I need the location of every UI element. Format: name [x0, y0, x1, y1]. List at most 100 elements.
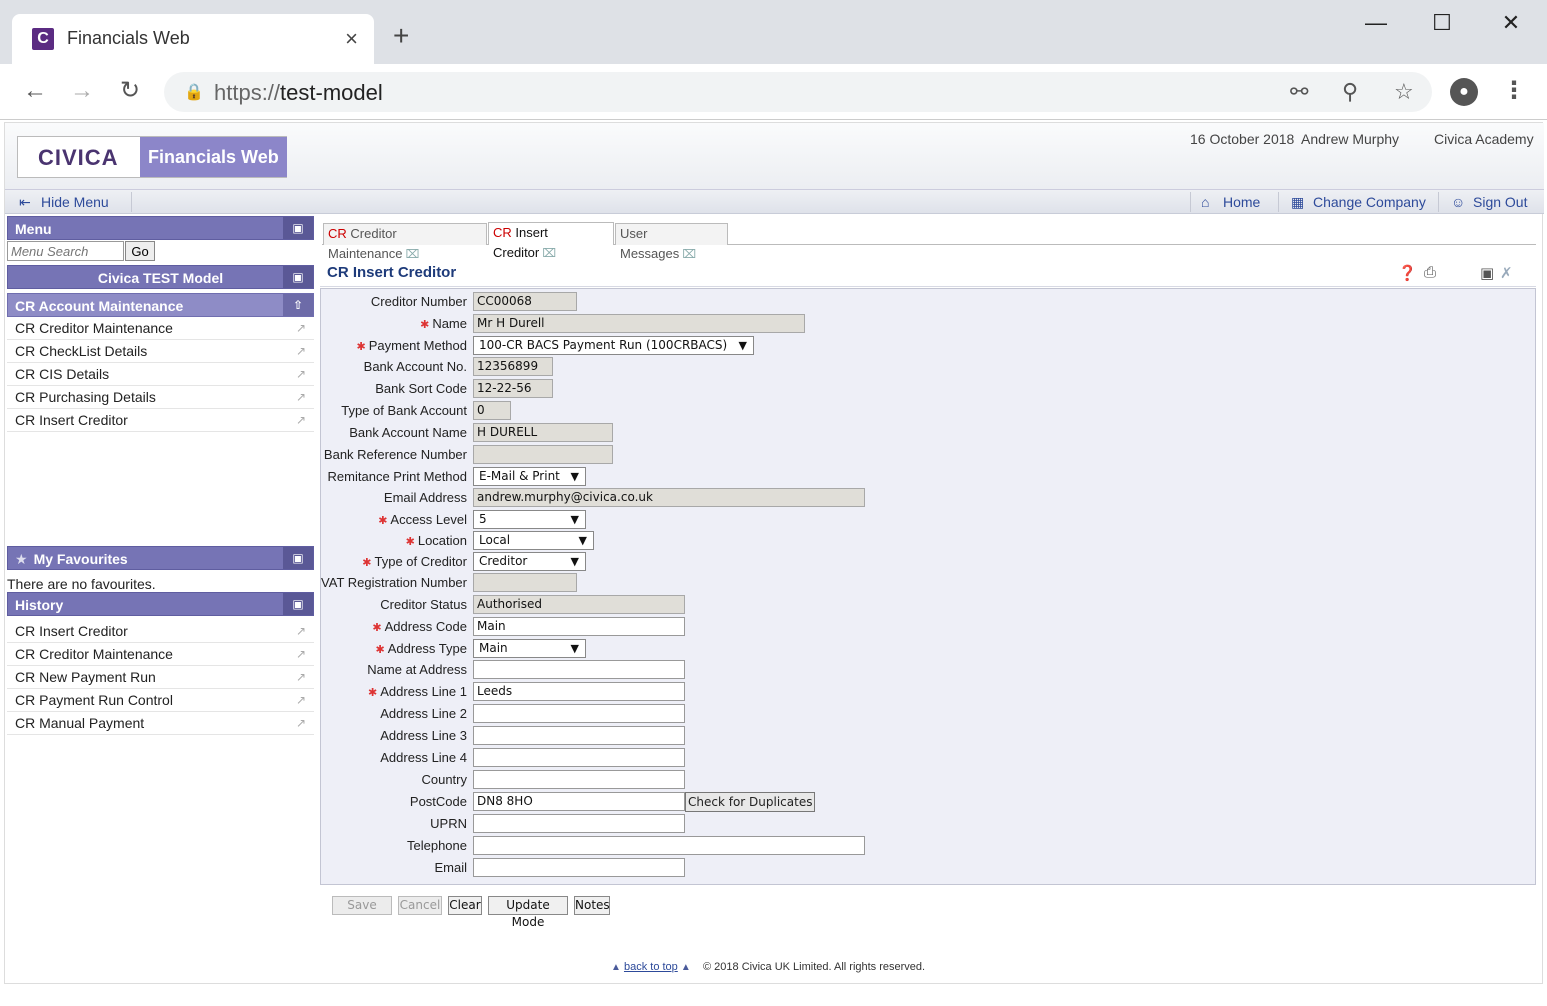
menu-item[interactable]: CR Insert Creditor ↗ — [7, 409, 314, 432]
tab-close-icon[interactable]: ⌧ — [542, 246, 556, 260]
menu-item[interactable]: CR CIS Details ↗ — [7, 363, 314, 386]
payment-method-select[interactable]: 100-CR BACS Payment Run (100CRBACS) ▼ — [473, 336, 754, 355]
key-icon[interactable]: ⚯ — [1290, 79, 1308, 105]
access-level-select[interactable]: 5 ▼ — [473, 510, 586, 529]
clear-button[interactable]: Clear — [448, 896, 482, 915]
history-item[interactable]: CR Payment Run Control ↗ — [7, 689, 314, 712]
menu-icon[interactable]: ⋮ — [1502, 76, 1526, 105]
address-line-1-input[interactable]: Leeds — [473, 682, 685, 701]
required-marker-icon: ✱ — [378, 515, 388, 527]
group-up-icon[interactable]: ⇧ — [283, 294, 313, 316]
tab-close-icon[interactable]: × — [345, 26, 358, 52]
panel-toggle-icon[interactable]: ▣ — [283, 593, 313, 615]
vat-registration-number-field[interactable] — [473, 573, 577, 592]
open-external-icon[interactable]: ↗ — [296, 620, 306, 642]
minimize-icon[interactable]: — — [1356, 10, 1396, 36]
save-button[interactable]: Save — [332, 896, 392, 915]
home-link[interactable]: ⌂ Home — [1201, 194, 1260, 210]
app-page: CIVICA Financials Web 16 October 2018 An… — [4, 122, 1544, 984]
menu-item[interactable]: CR Purchasing Details ↗ — [7, 386, 314, 409]
address-line-2-input[interactable] — [473, 704, 685, 723]
new-tab-button[interactable]: + — [393, 22, 409, 50]
zoom-out-icon[interactable]: ⚲ — [1342, 79, 1358, 105]
window-restore-icon[interactable]: ▣ — [1480, 264, 1494, 282]
open-external-icon[interactable]: ↗ — [296, 363, 306, 385]
menu-item[interactable]: CR CheckList Details ↗ — [7, 340, 314, 363]
history-item[interactable]: CR Manual Payment ↗ — [7, 712, 314, 735]
open-external-icon[interactable]: ↗ — [296, 712, 306, 734]
browser-tab[interactable]: C Financials Web × — [12, 14, 374, 64]
menu-search-go-button[interactable]: Go — [125, 241, 155, 261]
panel-toggle-icon[interactable]: ▣ — [283, 266, 313, 288]
address-type-select[interactable]: Main ▼ — [473, 639, 586, 658]
header-company: Civica Academy — [1434, 131, 1534, 147]
open-external-icon[interactable]: ↗ — [296, 340, 306, 362]
tab-user-messages[interactable]: User Messages ⌧ — [615, 223, 728, 261]
creditor-number-field[interactable]: CC00068 — [473, 292, 577, 311]
window-close-icon[interactable]: ✕ — [1491, 10, 1531, 36]
maximize-icon[interactable]: ☐ — [1422, 10, 1462, 36]
row-creditor-number: Creditor Number CC00068 — [321, 292, 1521, 312]
menu-item[interactable]: CR Creditor Maintenance ↗ — [7, 317, 314, 340]
copyright-text: © 2018 Civica UK Limited. All rights res… — [703, 961, 926, 973]
dropdown-arrow-icon: ▼ — [570, 555, 579, 568]
star-icon: ★ — [15, 551, 28, 567]
open-external-icon[interactable]: ↗ — [296, 689, 306, 711]
hide-menu-button[interactable]: ⇤ Hide Menu — [19, 194, 109, 211]
history-item[interactable]: CR Insert Creditor ↗ — [7, 620, 314, 643]
type-of-creditor-select[interactable]: Creditor ▼ — [473, 552, 586, 571]
menu-search-input[interactable] — [7, 241, 124, 261]
profile-icon[interactable]: ● — [1450, 78, 1478, 106]
history-item[interactable]: CR Creditor Maintenance ↗ — [7, 643, 314, 666]
address-line-3-input[interactable] — [473, 726, 685, 745]
page-title: CR Insert Creditor — [327, 264, 457, 281]
postcode-input[interactable]: DN8 8HO — [473, 792, 685, 811]
close-panel-icon[interactable]: ✗ — [1500, 264, 1513, 282]
menu-item-list: CR Creditor Maintenance ↗ CR CheckList De… — [7, 317, 314, 432]
panel-toggle-icon[interactable]: ▣ — [283, 547, 313, 569]
telephone-input[interactable] — [473, 836, 865, 855]
address-line-4-input[interactable] — [473, 748, 685, 767]
name-field[interactable]: Mr H Durell — [473, 314, 805, 333]
bank-sort-code-field[interactable]: 12-22-56 — [473, 379, 553, 398]
history-item[interactable]: CR New Payment Run ↗ — [7, 666, 314, 689]
row-access-level: ✱ Access Level 5 ▼ — [321, 510, 1521, 530]
forward-icon[interactable]: → — [67, 77, 97, 105]
sign-out-link[interactable]: ☺ Sign Out — [1451, 194, 1527, 210]
bank-reference-number-field[interactable] — [473, 445, 613, 464]
email-address-field[interactable]: andrew.murphy@civica.co.uk — [473, 488, 865, 507]
uprn-input[interactable] — [473, 814, 685, 833]
print-icon[interactable]: ⎙ — [1424, 264, 1436, 281]
open-external-icon[interactable]: ↗ — [296, 386, 306, 408]
open-external-icon[interactable]: ↗ — [296, 409, 306, 431]
location-select[interactable]: Local ▼ — [473, 531, 594, 550]
open-external-icon[interactable]: ↗ — [296, 643, 306, 665]
country-input[interactable] — [473, 770, 685, 789]
bank-account-no-field[interactable]: 12356899 — [473, 357, 553, 376]
help-icon[interactable]: ❓ — [1398, 264, 1417, 282]
type-of-bank-account-field[interactable]: 0 — [473, 401, 511, 420]
tab-creditor-maintenance[interactable]: CR Creditor Maintenance ⌧ — [323, 223, 487, 261]
browser-tab-title: Financials Web — [67, 28, 190, 48]
creditor-status-field[interactable]: Authorised — [473, 595, 685, 614]
name-at-address-input[interactable] — [473, 660, 685, 679]
back-to-top-link[interactable]: back to top — [624, 961, 678, 973]
cancel-button[interactable]: Cancel — [398, 896, 442, 915]
tab-insert-creditor[interactable]: CR Insert Creditor ⌧ — [488, 222, 614, 260]
check-for-duplicates-button[interactable]: Check for Duplicates — [685, 792, 816, 812]
panel-toggle-icon[interactable]: ▣ — [283, 217, 313, 239]
open-external-icon[interactable]: ↗ — [296, 317, 306, 339]
update-mode-button[interactable]: Update Mode — [488, 896, 568, 929]
address-code-input[interactable]: Main — [473, 617, 685, 636]
change-company-link[interactable]: ▦ Change Company — [1291, 194, 1426, 211]
remittance-print-method-select[interactable]: E-Mail & Print ▼ — [473, 467, 586, 486]
bank-account-name-field[interactable]: H DURELL — [473, 423, 613, 442]
group-header-cr-account-maintenance[interactable]: CR Account Maintenance ⇧ — [7, 293, 314, 317]
back-icon[interactable]: ← — [20, 77, 50, 105]
email-input[interactable] — [473, 858, 685, 877]
notes-button[interactable]: Notes — [574, 896, 610, 915]
open-external-icon[interactable]: ↗ — [296, 666, 306, 688]
address-bar[interactable]: 🔒 https://test-model ⚯ ⚲ ☆ — [164, 72, 1432, 112]
star-icon[interactable]: ☆ — [1394, 79, 1414, 105]
reload-icon[interactable]: ↻ — [115, 77, 145, 105]
